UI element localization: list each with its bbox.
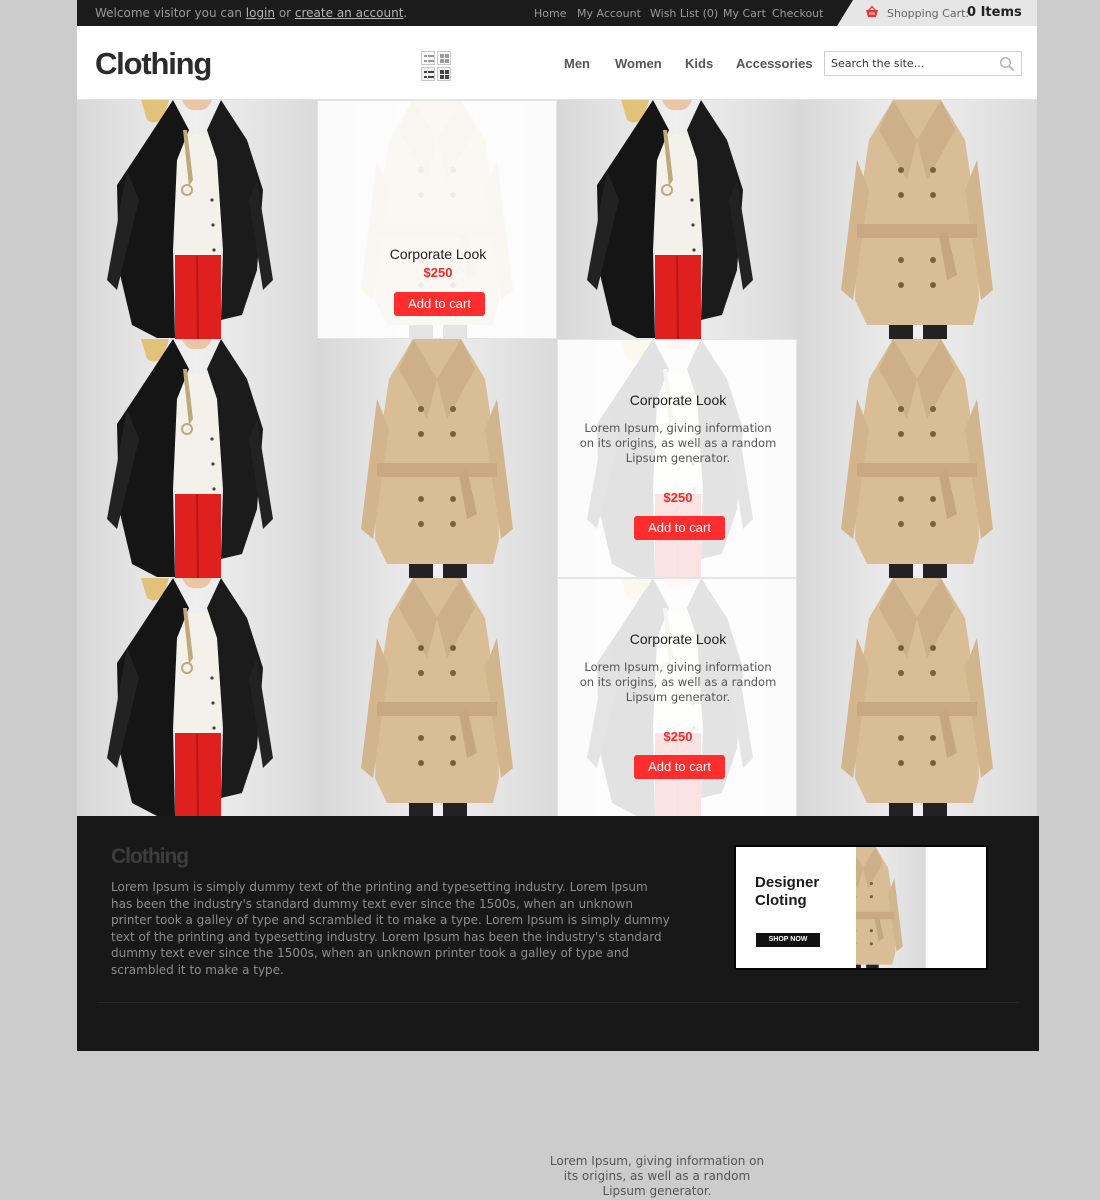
banner-image — [856, 847, 988, 970]
top-link-my-account[interactable]: My Account — [577, 7, 641, 20]
product-tile-detail[interactable]: Corporate Look Lorem Ipsum, giving infor… — [557, 339, 797, 578]
product-image-black-coat[interactable] — [77, 339, 317, 578]
nav-kids[interactable]: Kids — [685, 56, 713, 71]
nav-accessories[interactable]: Accessories — [736, 56, 813, 71]
product-image-beige-coat[interactable] — [797, 339, 1037, 578]
product-description: Lorem Ipsum, giving information on its o… — [579, 421, 777, 465]
product-image-beige-coat[interactable] — [797, 100, 1037, 339]
stray-description-text: Lorem Ipsum, giving information on its o… — [549, 1154, 765, 1198]
product-tile[interactable] — [797, 100, 1037, 339]
product-title[interactable]: Corporate Look — [558, 392, 797, 408]
product-image-beige-coat[interactable] — [317, 578, 557, 817]
footer-logo: Clothing — [111, 845, 189, 868]
search-input[interactable] — [831, 55, 996, 72]
cart-count: 0 Items — [967, 5, 1022, 20]
product-tile[interactable] — [797, 339, 1037, 578]
top-link-checkout[interactable]: Checkout — [772, 7, 823, 20]
search-icon[interactable] — [999, 56, 1015, 72]
designer-banner[interactable]: Designer Cloting SHOP NOW — [734, 845, 988, 970]
product-title[interactable]: Corporate Look — [558, 631, 797, 647]
product-price: $250 — [663, 729, 693, 744]
product-image-black-coat[interactable] — [77, 578, 317, 817]
product-tile[interactable] — [77, 578, 317, 817]
grid-view-active-icon[interactable] — [437, 67, 451, 81]
product-grid: Corporate Look $250 Add to cart Corporat… — [77, 100, 1037, 817]
top-link-home[interactable]: Home — [534, 7, 566, 20]
grid-view-icon[interactable] — [437, 51, 451, 65]
top-links: Home My Account Wish List (0) My Cart Ch… — [77, 7, 837, 21]
product-image-black-coat[interactable] — [557, 100, 797, 339]
shop-now-button[interactable]: SHOP NOW — [756, 933, 820, 947]
product-image-beige-coat[interactable] — [317, 339, 557, 578]
product-tile[interactable] — [317, 339, 557, 578]
product-price: $250 — [663, 490, 693, 505]
nav-men[interactable]: Men — [564, 56, 590, 71]
search-box — [824, 51, 1022, 76]
view-toggle[interactable] — [421, 51, 451, 81]
product-tile[interactable] — [797, 578, 1037, 817]
add-to-cart-button[interactable]: Add to cart — [634, 516, 725, 540]
top-link-my-cart[interactable]: My Cart — [723, 7, 766, 20]
product-image-beige-coat[interactable] — [797, 578, 1037, 817]
product-price: $250 — [423, 265, 453, 280]
basket-icon — [866, 6, 878, 17]
product-tile[interactable] — [77, 339, 317, 578]
product-tile[interactable] — [557, 100, 797, 339]
footer-about-text: Lorem Ipsum is simply dummy text of the … — [111, 880, 670, 977]
add-to-cart-button[interactable]: Add to cart — [394, 292, 485, 316]
product-title[interactable]: Corporate Look — [318, 246, 557, 262]
site-logo[interactable]: Clothing — [95, 46, 212, 82]
shopping-cart[interactable]: Shopping Cart: 0 Items — [837, 0, 1037, 26]
site-footer: Clothing Lorem Ipsum is simply dummy tex… — [77, 816, 1039, 1051]
cart-label: Shopping Cart: — [887, 7, 970, 20]
footer-divider — [97, 1002, 1019, 1003]
site-header: Clothing Men Women Kids Accessories — [77, 26, 1037, 100]
product-tile-hover[interactable]: Corporate Look $250 Add to cart — [317, 100, 557, 339]
product-overlay: Corporate Look $250 Add to cart — [317, 100, 557, 339]
top-link-wish-list[interactable]: Wish List (0) — [650, 7, 718, 20]
list-view-icon[interactable] — [421, 51, 435, 65]
product-tile-detail[interactable]: Corporate Look Lorem Ipsum, giving infor… — [557, 578, 797, 817]
product-description: Lorem Ipsum, giving information on its o… — [579, 660, 777, 704]
add-to-cart-button[interactable]: Add to cart — [634, 755, 725, 779]
list-view-active-icon[interactable] — [421, 67, 435, 81]
product-overlay: Corporate Look Lorem Ipsum, giving infor… — [557, 339, 797, 578]
top-bar: Welcome visitor you can login or create … — [77, 0, 1037, 26]
product-overlay: Corporate Look Lorem Ipsum, giving infor… — [557, 578, 797, 817]
product-image-black-coat[interactable] — [77, 100, 317, 339]
product-tile[interactable] — [77, 100, 317, 339]
banner-title: Designer Cloting — [755, 874, 820, 909]
product-tile[interactable] — [317, 578, 557, 817]
nav-women[interactable]: Women — [615, 56, 662, 71]
